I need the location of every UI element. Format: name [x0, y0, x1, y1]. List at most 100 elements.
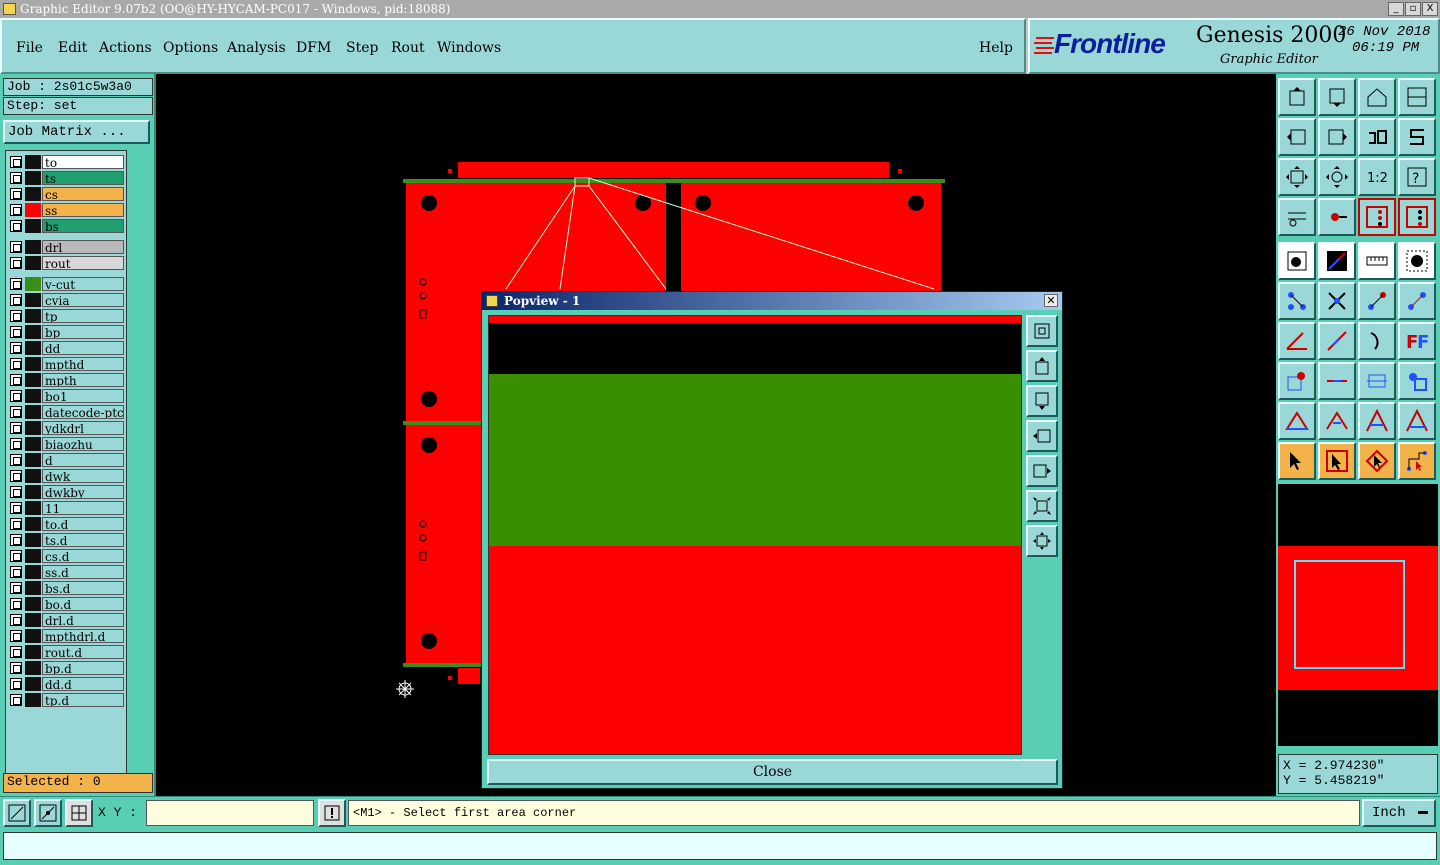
layer-name[interactable]: cs.d [42, 549, 124, 563]
layer-name[interactable]: dwkby [42, 485, 124, 499]
layer-row[interactable]: dwk [8, 469, 126, 483]
layer-checkbox[interactable] [10, 294, 22, 306]
layer-checkbox[interactable] [10, 310, 22, 322]
layer-checkbox[interactable] [10, 374, 22, 386]
layer-checkbox[interactable] [10, 614, 22, 626]
layer-row[interactable]: ydkdrl [8, 421, 126, 435]
dimension-icon[interactable] [1358, 362, 1396, 400]
layer-color-swatch[interactable] [25, 629, 41, 643]
help-icon[interactable]: ? [1398, 158, 1436, 196]
layer-name[interactable]: drl [42, 240, 124, 254]
layer-checkbox[interactable] [10, 454, 22, 466]
layer-color-swatch[interactable] [25, 693, 41, 707]
layer-name[interactable]: bs.d [42, 581, 124, 595]
layer-row[interactable]: dd.d [8, 677, 126, 691]
window-zoom-icon[interactable] [1398, 78, 1436, 116]
layer-color-swatch[interactable] [25, 485, 41, 499]
layer-checkbox[interactable] [10, 646, 22, 658]
layer-color-swatch[interactable] [25, 256, 41, 270]
redraw-icon[interactable] [1398, 118, 1436, 156]
zoom-home-icon[interactable] [1278, 78, 1316, 116]
layer-color-swatch[interactable] [25, 277, 41, 291]
layer-row[interactable]: 11 [8, 501, 126, 515]
layer-checkbox[interactable] [10, 502, 22, 514]
layer-row[interactable]: to [8, 155, 126, 169]
layer-row[interactable]: tp.d [8, 693, 126, 707]
pv-zoom-out-icon[interactable] [1026, 385, 1058, 417]
layer-checkbox[interactable] [10, 241, 22, 253]
pv-pan-left-icon[interactable] [1026, 420, 1058, 452]
move-feature-icon[interactable] [1358, 282, 1396, 320]
layer-row[interactable]: bs.d [8, 581, 126, 595]
layer-name[interactable]: ts [42, 171, 124, 185]
layer-checkbox[interactable] [10, 550, 22, 562]
layer-name[interactable]: cs [42, 187, 124, 201]
menu-file[interactable]: File [16, 40, 43, 56]
layer-row[interactable]: ss [8, 203, 126, 217]
alert-icon[interactable] [318, 799, 346, 827]
layer-checkbox[interactable] [10, 518, 22, 530]
pv-zoom-in-icon[interactable] [1026, 350, 1058, 382]
layer-checkbox[interactable] [10, 156, 22, 168]
layer-row[interactable]: bp [8, 325, 126, 339]
layer-checkbox[interactable] [10, 438, 22, 450]
layer-name[interactable]: rout [42, 256, 124, 270]
layer-color-swatch[interactable] [25, 501, 41, 515]
cut-line-icon[interactable] [1318, 362, 1356, 400]
layer-name[interactable]: biaozhu [42, 437, 124, 451]
line-edit-icon[interactable] [1318, 322, 1356, 360]
layer-row[interactable]: mpth [8, 373, 126, 387]
layer-name[interactable]: bs [42, 219, 124, 233]
measure-icon[interactable] [34, 799, 62, 827]
layer-row[interactable]: dwkby [8, 485, 126, 499]
layer-name[interactable]: rout.d [42, 645, 124, 659]
pan-left-icon[interactable] [1278, 118, 1316, 156]
arc-icon[interactable] [1358, 322, 1396, 360]
minimize-button[interactable]: _ [1388, 2, 1404, 16]
layer-color-swatch[interactable] [25, 187, 41, 201]
layer-checkbox[interactable] [10, 406, 22, 418]
layer-row[interactable]: dd [8, 341, 126, 355]
layer-row[interactable]: biaozhu [8, 437, 126, 451]
layer-checkbox[interactable] [10, 390, 22, 402]
layer-name[interactable]: mpthdrl.d [42, 629, 124, 643]
layer-name[interactable]: ts.d [42, 533, 124, 547]
layer-row[interactable]: bs [8, 219, 126, 233]
layer-row[interactable]: drl [8, 240, 126, 254]
popview-area[interactable] [488, 315, 1022, 755]
layer-color-swatch[interactable] [25, 405, 41, 419]
layer-name[interactable]: datecode-ptc [42, 405, 124, 419]
snap-layer-icon[interactable] [1358, 198, 1396, 236]
menu-rout[interactable]: Rout [391, 40, 425, 56]
layer-checkbox[interactable] [10, 662, 22, 674]
layer-checkbox[interactable] [10, 326, 22, 338]
layer-checkbox[interactable] [10, 470, 22, 482]
layer-name[interactable]: dwk [42, 469, 124, 483]
xy-input[interactable] [146, 800, 314, 826]
layer-color-swatch[interactable] [25, 309, 41, 323]
layer-checkbox[interactable] [10, 486, 22, 498]
layer-color-swatch[interactable] [25, 171, 41, 185]
layer-name[interactable]: tp.d [42, 693, 124, 707]
layer-color-swatch[interactable] [25, 661, 41, 675]
layer-row[interactable]: to.d [8, 517, 126, 531]
layer-name[interactable]: v-cut [42, 277, 124, 291]
menu-windows[interactable]: Windows [437, 40, 501, 56]
snap-grid-icon[interactable] [1398, 198, 1436, 236]
outline-icon[interactable] [1278, 402, 1316, 440]
layer-row[interactable]: bp.d [8, 661, 126, 675]
zoom-down-icon[interactable] [1318, 78, 1356, 116]
layer-checkbox[interactable] [10, 566, 22, 578]
group-icon[interactable] [1398, 362, 1436, 400]
connect-icon[interactable] [1278, 282, 1316, 320]
layer-row[interactable]: mpthdrl.d [8, 629, 126, 643]
select-polygon-icon[interactable] [1358, 442, 1396, 480]
job-matrix-button[interactable]: Job Matrix ... [3, 120, 150, 144]
layer-name[interactable]: mpthd [42, 357, 124, 371]
layer-name[interactable]: dd [42, 341, 124, 355]
layer-color-swatch[interactable] [25, 437, 41, 451]
pv-pan-right-icon[interactable] [1026, 455, 1058, 487]
snap-icon[interactable] [3, 799, 31, 827]
layer-row[interactable]: tp [8, 309, 126, 323]
layer-checkbox[interactable] [10, 534, 22, 546]
